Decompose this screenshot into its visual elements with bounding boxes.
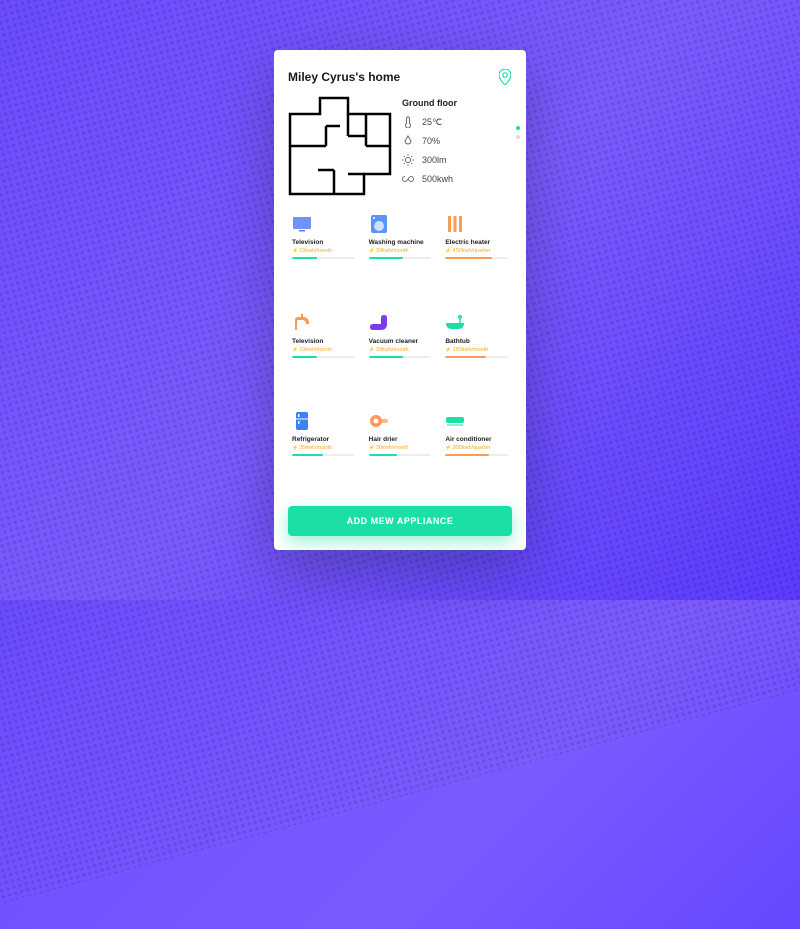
appliance-card[interactable]: Refrigerator 35kwh/month bbox=[288, 405, 359, 498]
usage-bar bbox=[369, 356, 432, 358]
appliance-name: Television bbox=[292, 239, 355, 246]
appliance-icon bbox=[292, 411, 312, 431]
usage-bar bbox=[445, 257, 508, 259]
usage-bar-fill bbox=[445, 454, 489, 456]
appliance-name: Bathtub bbox=[445, 338, 508, 345]
appliance-name: Hair drier bbox=[369, 436, 432, 443]
usage-bar-fill bbox=[292, 454, 323, 456]
temperature-value: 25℃ bbox=[422, 117, 442, 128]
appliance-name: Vacuum cleaner bbox=[369, 338, 432, 345]
usage-bar-fill bbox=[445, 257, 492, 259]
appliance-usage: 35kwh/month bbox=[292, 445, 355, 451]
page-title: Miley Cyrus's home bbox=[288, 70, 400, 84]
usage-bar bbox=[369, 454, 432, 456]
appliance-name: Television bbox=[292, 338, 355, 345]
dot-active bbox=[516, 126, 520, 130]
floorplan-image[interactable] bbox=[288, 96, 392, 196]
dot-inactive bbox=[516, 135, 520, 139]
appliance-usage: 19kwh/month bbox=[292, 347, 355, 353]
usage-bar bbox=[292, 454, 355, 456]
appliance-usage: 19kwh/month bbox=[292, 248, 355, 254]
light-row: 300lm bbox=[402, 154, 512, 166]
usage-bar-fill bbox=[292, 257, 317, 259]
floor-name: Ground floor bbox=[402, 98, 512, 108]
appliance-card[interactable]: Air conditioner 300kwh/quarter bbox=[441, 405, 512, 498]
appliance-icon bbox=[445, 313, 465, 333]
add-appliance-button[interactable]: ADD MEW APPLIANCE bbox=[288, 506, 512, 536]
usage-bar bbox=[445, 454, 508, 456]
appliance-card[interactable]: Television 19kwh/month bbox=[288, 208, 359, 301]
appliance-usage: 30kwh/month bbox=[369, 248, 432, 254]
usage-bar-fill bbox=[445, 356, 486, 358]
appliance-grid: Television 19kwh/month Washing machine 3… bbox=[288, 208, 512, 498]
appliance-card[interactable]: Washing machine 30kwh/month bbox=[365, 208, 436, 301]
appliance-icon bbox=[292, 313, 312, 333]
appliance-card[interactable]: Bathtub 150kwh/month bbox=[441, 307, 512, 400]
usage-bar bbox=[369, 257, 432, 259]
page-indicator[interactable] bbox=[516, 126, 520, 139]
appliance-usage: 30kwh/month bbox=[369, 445, 432, 451]
usage-bar-fill bbox=[369, 257, 403, 259]
usage-bar-fill bbox=[369, 454, 397, 456]
appliance-card[interactable]: Electric heater 450kwh/quarter bbox=[441, 208, 512, 301]
appliance-icon bbox=[369, 214, 389, 234]
power-value: 500kwh bbox=[422, 174, 453, 184]
humidity-value: 70% bbox=[422, 136, 440, 146]
usage-bar-fill bbox=[292, 356, 317, 358]
usage-bar bbox=[292, 356, 355, 358]
appliance-icon bbox=[369, 411, 389, 431]
temperature-row: 25℃ bbox=[402, 116, 512, 128]
appliance-icon bbox=[445, 214, 465, 234]
appliance-name: Electric heater bbox=[445, 239, 508, 246]
humidity-row: 70% bbox=[402, 135, 512, 147]
appliance-card[interactable]: Television 19kwh/month bbox=[288, 307, 359, 400]
appliance-icon bbox=[445, 411, 465, 431]
usage-bar bbox=[445, 356, 508, 358]
light-value: 300lm bbox=[422, 155, 447, 165]
appliance-icon bbox=[292, 214, 312, 234]
appliance-usage: 300kwh/quarter bbox=[445, 445, 508, 451]
appliance-name: Washing machine bbox=[369, 239, 432, 246]
header: Miley Cyrus's home bbox=[288, 68, 512, 86]
location-icon[interactable] bbox=[498, 68, 512, 86]
sun-icon bbox=[402, 154, 414, 166]
droplet-icon bbox=[402, 135, 414, 147]
usage-bar-fill bbox=[369, 356, 403, 358]
appliance-usage: 30kwh/month bbox=[369, 347, 432, 353]
appliance-card[interactable]: Vacuum cleaner 30kwh/month bbox=[365, 307, 436, 400]
environment-panel: Ground floor 25℃ 70% 300lm 500kwh bbox=[402, 96, 512, 196]
infinity-icon bbox=[402, 173, 414, 185]
phone-screen: Miley Cyrus's home Ground floor 25℃ 70% bbox=[274, 50, 526, 550]
appliance-usage: 150kwh/month bbox=[445, 347, 508, 353]
usage-bar bbox=[292, 257, 355, 259]
appliance-name: Refrigerator bbox=[292, 436, 355, 443]
appliance-usage: 450kwh/quarter bbox=[445, 248, 508, 254]
thermometer-icon bbox=[402, 116, 414, 128]
appliance-name: Air conditioner bbox=[445, 436, 508, 443]
appliance-card[interactable]: Hair drier 30kwh/month bbox=[365, 405, 436, 498]
appliance-icon bbox=[369, 313, 389, 333]
floor-section: Ground floor 25℃ 70% 300lm 500kwh bbox=[288, 96, 512, 196]
power-row: 500kwh bbox=[402, 173, 512, 185]
